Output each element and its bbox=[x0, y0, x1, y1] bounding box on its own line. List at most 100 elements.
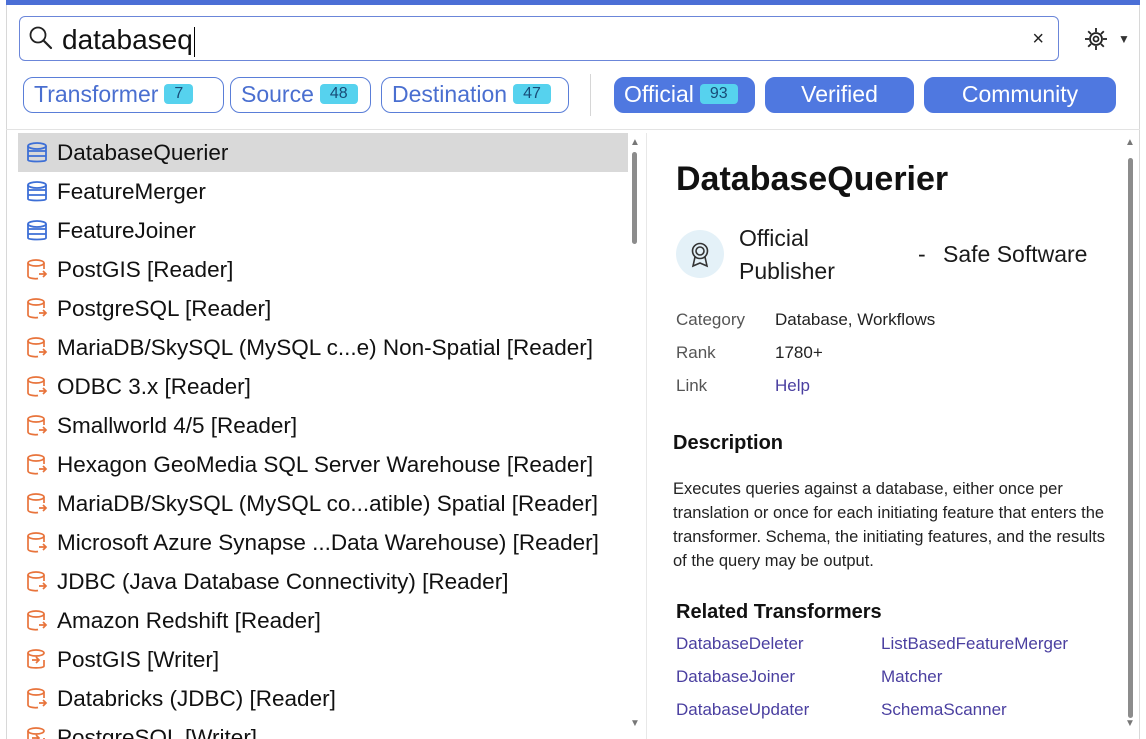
filter-destination-count: 47 bbox=[513, 83, 551, 104]
search-input[interactable]: databaseq × bbox=[19, 16, 1059, 61]
list-item[interactable]: MariaDB/SkySQL (MySQL c...e) Non-Spatial… bbox=[18, 328, 628, 367]
publisher-badge-icon bbox=[676, 230, 724, 278]
settings-button[interactable]: ▼ bbox=[1082, 24, 1134, 54]
reader-icon bbox=[22, 294, 52, 324]
category-label: Category bbox=[676, 310, 745, 329]
publisher-type-line1: Official bbox=[739, 225, 809, 251]
filter-destination-label: Destination bbox=[392, 81, 508, 107]
list-item[interactable]: PostgreSQL [Reader] bbox=[18, 289, 628, 328]
reader-icon bbox=[22, 372, 52, 402]
help-link[interactable]: Help bbox=[775, 376, 810, 396]
filter-verified-label: Verified bbox=[801, 81, 878, 107]
list-item-label: DatabaseQuerier bbox=[57, 139, 229, 165]
filter-transformer[interactable]: Transformer 7 bbox=[23, 77, 224, 113]
related-heading: Related Transformers bbox=[676, 601, 882, 623]
results-scroll-up-arrow[interactable]: ▲ bbox=[630, 137, 640, 148]
list-item-label: Smallworld 4/5 [Reader] bbox=[57, 412, 298, 438]
transformer-icon bbox=[22, 138, 52, 168]
list-item[interactable]: PostGIS [Writer] bbox=[18, 640, 628, 679]
reader-icon bbox=[22, 528, 52, 558]
search-icon bbox=[29, 26, 53, 50]
results-list[interactable]: DatabaseQuerier FeatureMerger FeatureJoine… bbox=[18, 133, 628, 739]
list-item[interactable]: Smallworld 4/5 [Reader] bbox=[18, 406, 628, 445]
list-item-label: MariaDB/SkySQL (MySQL c...e) Non-Spatial… bbox=[57, 334, 594, 360]
header-divider bbox=[6, 129, 1140, 130]
reader-icon bbox=[22, 333, 52, 363]
rank-label: Rank bbox=[676, 343, 716, 362]
detail-scroll-up-arrow[interactable]: ▲ bbox=[1125, 137, 1135, 148]
related-link-databaseupdater[interactable]: DatabaseUpdater bbox=[676, 700, 809, 720]
related-link-matcher[interactable]: Matcher bbox=[881, 667, 942, 687]
list-item-label: PostgreSQL [Reader] bbox=[57, 295, 272, 321]
reader-icon bbox=[22, 489, 52, 519]
related-link-schemascanner[interactable]: SchemaScanner bbox=[881, 700, 1007, 720]
link-label: Link bbox=[676, 376, 708, 395]
clear-search-button[interactable]: × bbox=[1032, 27, 1044, 51]
filter-source-count: 48 bbox=[319, 83, 358, 104]
related-link-listbasedfeaturemerger[interactable]: ListBasedFeatureMerger bbox=[881, 634, 1068, 654]
list-item[interactable]: JDBC (Java Database Connectivity) [Reade… bbox=[18, 562, 628, 601]
list-item-label: MariaDB/SkySQL (MySQL co...atible) Spati… bbox=[57, 490, 599, 516]
filter-destination[interactable]: Destination 47 bbox=[381, 77, 569, 113]
filter-source[interactable]: Source 48 bbox=[230, 77, 371, 113]
related-link-databasedeleter[interactable]: DatabaseDeleter bbox=[676, 634, 804, 654]
list-item[interactable]: FeatureMerger bbox=[18, 172, 628, 211]
search-input-text[interactable]: databaseq bbox=[62, 23, 195, 57]
description-text: Executes queries against a database, eit… bbox=[673, 480, 1105, 570]
list-item-label: PostgreSQL [Writer] bbox=[57, 724, 258, 739]
reader-icon bbox=[22, 567, 52, 597]
writer-icon bbox=[22, 645, 52, 675]
results-scrollbar-thumb[interactable] bbox=[632, 152, 637, 244]
filter-community[interactable]: Community bbox=[924, 77, 1116, 113]
chevron-down-icon: ▼ bbox=[1118, 32, 1130, 46]
list-item-label: PostGIS [Writer] bbox=[57, 646, 220, 672]
list-item-label: FeatureJoiner bbox=[57, 217, 196, 243]
panel-divider bbox=[646, 133, 647, 739]
list-item-label: PostGIS [Reader] bbox=[57, 256, 234, 282]
list-item[interactable]: Microsoft Azure Synapse ...Data Warehous… bbox=[18, 523, 628, 562]
detail-title: DatabaseQuerier bbox=[676, 160, 949, 198]
publisher-type-line2: Publisher bbox=[739, 258, 835, 284]
filter-verified[interactable]: Verified bbox=[765, 77, 914, 113]
list-item-label: JDBC (Java Database Connectivity) [Reade… bbox=[57, 568, 509, 594]
related-link-databasejoiner[interactable]: DatabaseJoiner bbox=[676, 667, 795, 687]
filter-official-count: 93 bbox=[699, 83, 738, 104]
reader-icon bbox=[22, 684, 52, 714]
list-item[interactable]: ODBC 3.x [Reader] bbox=[18, 367, 628, 406]
writer-icon bbox=[22, 723, 52, 739]
list-item[interactable]: Databricks (JDBC) [Reader] bbox=[18, 679, 628, 718]
list-item[interactable]: DatabaseQuerier bbox=[18, 133, 628, 172]
list-item-label: FeatureMerger bbox=[57, 178, 206, 204]
text-caret bbox=[193, 26, 195, 57]
publisher-separator: - bbox=[918, 241, 926, 267]
list-item[interactable]: MariaDB/SkySQL (MySQL co...atible) Spati… bbox=[18, 484, 628, 523]
filter-official-label: Official bbox=[624, 81, 694, 107]
description-heading: Description bbox=[673, 432, 784, 454]
rank-value: 1780+ bbox=[775, 343, 823, 362]
list-item[interactable]: Amazon Redshift [Reader] bbox=[18, 601, 628, 640]
list-item-label: ODBC 3.x [Reader] bbox=[57, 373, 251, 399]
list-item-label: Amazon Redshift [Reader] bbox=[57, 607, 321, 633]
transformer-icon bbox=[22, 216, 52, 246]
results-scroll-down-arrow[interactable]: ▼ bbox=[630, 718, 640, 729]
publisher-name: Safe Software bbox=[943, 241, 1088, 267]
detail-scrollbar-thumb[interactable] bbox=[1128, 158, 1133, 718]
transformer-icon bbox=[22, 177, 52, 207]
gear-icon bbox=[1085, 28, 1107, 50]
filter-source-label: Source bbox=[241, 81, 314, 107]
list-item-label: Hexagon GeoMedia SQL Server Warehouse [R… bbox=[57, 451, 594, 477]
reader-icon bbox=[22, 411, 52, 441]
filter-transformer-label: Transformer bbox=[34, 81, 159, 107]
filter-separator bbox=[590, 74, 591, 116]
filter-community-label: Community bbox=[961, 81, 1079, 107]
list-item[interactable]: PostGIS [Reader] bbox=[18, 250, 628, 289]
reader-icon bbox=[22, 606, 52, 636]
list-item[interactable]: Hexagon GeoMedia SQL Server Warehouse [R… bbox=[18, 445, 628, 484]
list-item[interactable]: PostgreSQL [Writer] bbox=[18, 718, 628, 739]
list-item[interactable]: FeatureJoiner bbox=[18, 211, 628, 250]
reader-icon bbox=[22, 450, 52, 480]
filter-official[interactable]: Official 93 bbox=[614, 77, 755, 113]
category-value: Database, Workflows bbox=[775, 310, 936, 329]
detail-scroll-down-arrow[interactable]: ▼ bbox=[1125, 718, 1135, 729]
filter-transformer-count: 7 bbox=[164, 83, 194, 104]
